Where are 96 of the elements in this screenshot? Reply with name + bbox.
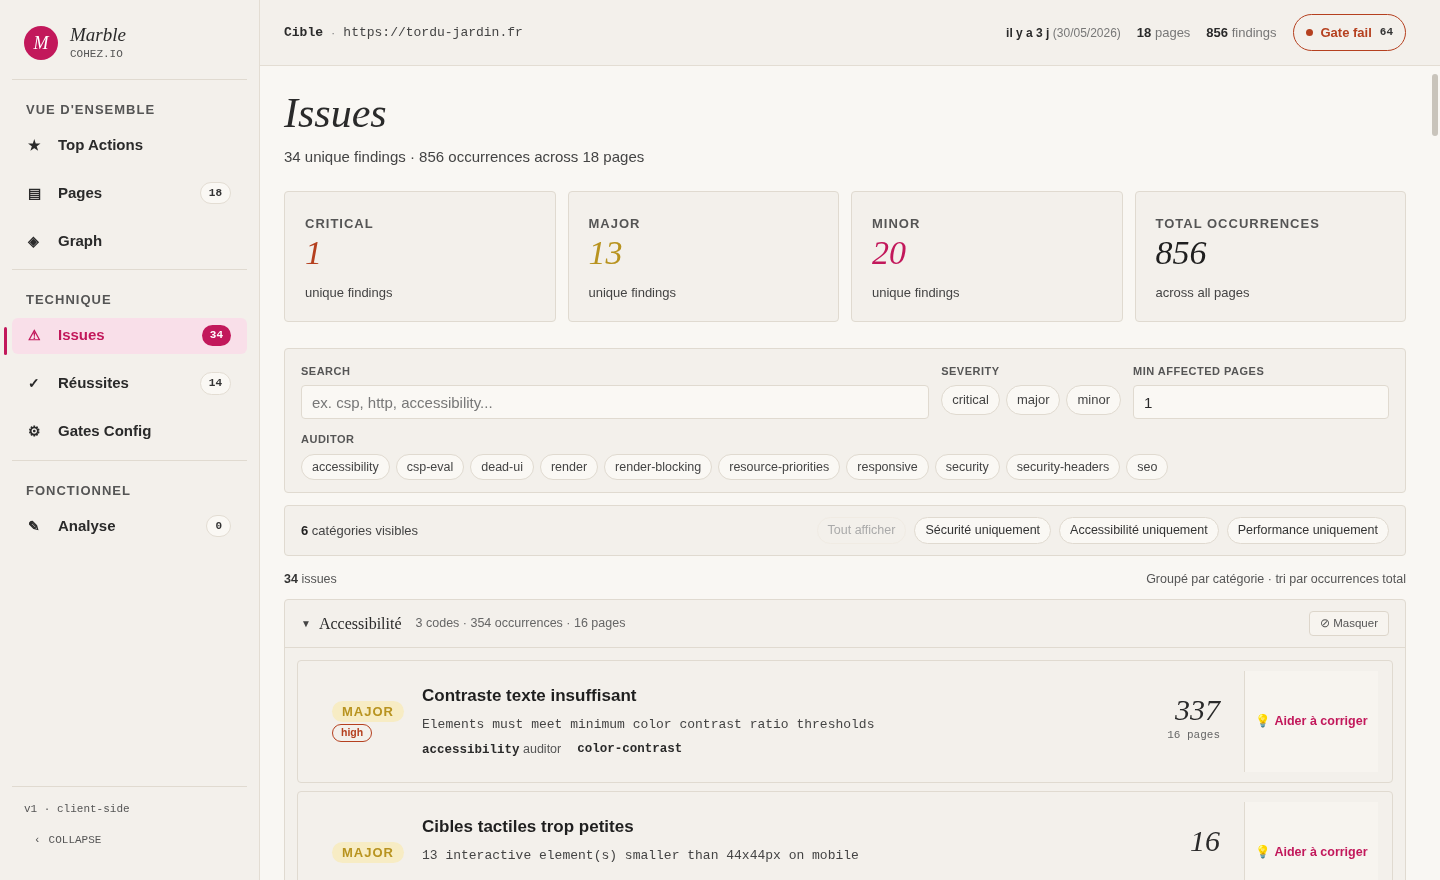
sort-info: Groupé par catégorie · tri par occurrences total [1146,571,1406,589]
category-count: 6 catégories visibles [301,522,419,540]
item-icon: ⚠ [28,325,58,346]
page-subtitle: 34 unique findings · 856 occurrences across 18 pages [284,147,646,167]
item-label: Analyse [58,515,117,536]
version-label: v1 · client-side [24,802,131,817]
auditor-chip[interactable]: csp-eval [395,453,465,481]
hide-button[interactable]: ⊘ Masquer [1309,610,1389,637]
active-indicator [4,326,7,355]
auditor-chip[interactable]: security [934,453,1000,481]
auditor-chip[interactable]: responsive [846,453,929,481]
category-filter-button[interactable]: Accessibilité uniquement [1059,517,1219,545]
separator-dot: · [331,23,336,42]
stat-value: 1 [305,233,323,273]
category-filter-button[interactable]: Performance uniquement [1226,517,1389,545]
auditor-chip[interactable]: seo [1126,453,1169,481]
scan-age: il y a 3 j (30/05/2026) [1006,24,1121,42]
findings-count: 856 findings [1206,23,1277,42]
sidebar-item[interactable]: ▤ Pages 18 [12,175,247,211]
sidebar-item[interactable]: ✎ Analyse 0 [12,508,247,544]
count-badge: 14 [199,372,231,395]
severity-chip[interactable]: major [1005,385,1061,415]
issue-title: Contraste texte insuffisant [422,685,638,707]
item-label: Gates Config [58,421,153,442]
stat-value: 856 [1155,233,1208,273]
pages-affected: 16 pages [1167,728,1220,743]
help-fix-link[interactable]: 💡 Aider à corriger [1255,712,1368,731]
item-icon: ◈ [28,230,58,252]
field-label: AUDITOR [301,432,356,447]
section-title: FONCTIONNEL [25,481,132,500]
logo-icon: M [24,26,58,61]
stat-caption: unique findings [588,284,677,302]
item-icon: ▤ [28,182,58,204]
field-label: SEVERITY [941,363,1001,379]
occurrence-count: 16 [1190,824,1220,858]
item-label: Réussites [58,373,130,394]
rule-code: color-contrast [577,741,683,758]
severity-badge: MAJOR [332,700,404,723]
item-icon: ★ [28,134,58,156]
issue-description: Elements must meet minimum color contrast ratio thresholds [422,715,876,734]
item-label: Pages [58,182,104,203]
target-label: Cible [284,23,323,42]
section-title: TECHNIQUE [25,291,113,309]
auditor-info: accessibility auditor [422,741,562,759]
issue-description: 13 interactive element(s) smaller than 44x44px on mobile [422,846,860,865]
auditor-chip[interactable]: render [539,453,599,481]
count-badge: 18 [199,181,231,205]
sidebar-item[interactable]: ⚠ Issues 34 [12,317,247,354]
field-label: SEARCH [301,363,352,379]
sidebar-item[interactable]: ⚙ Gates Config [12,413,247,450]
section-title: VUE D'ENSEMBLE [25,100,157,119]
auditor-chip[interactable]: accessibility [301,453,390,481]
sidebar-item[interactable]: ◈ Graph [12,223,247,259]
target-url: https://tordu-jardin.fr [343,23,523,42]
severity-chip[interactable]: critical [941,385,1000,415]
stat-caption: across all pages [1155,284,1251,302]
count-badge: 34 [201,325,231,346]
count-badge: 0 [206,514,231,538]
group-title: Accessibilité [318,613,402,634]
occurrence-count: 337 [1175,693,1220,727]
auditor-chip[interactable]: render-blocking [604,453,713,481]
issue-title: Cibles tactiles trop petites [422,816,635,838]
stat-label: MAJOR [588,214,642,233]
scrollbar-thumb[interactable] [1432,74,1438,136]
auditor-chip[interactable]: dead-ui [470,453,534,481]
page-title: Issues [284,89,388,138]
item-icon: ✎ [28,515,58,537]
group-meta: 3 codes · 354 occurrences · 16 pages [415,615,626,633]
collapse-button[interactable]: ‹ COLLAPSE [24,831,102,848]
stat-label: CRITICAL [305,214,375,233]
min-pages-field[interactable]: 1 [1133,385,1389,419]
item-icon: ✓ [28,373,58,394]
stat-value: 13 [588,233,624,273]
item-icon: ⚙ [28,421,58,442]
severity-chip[interactable]: minor [1066,385,1121,415]
issues-count: 34 issues [284,571,337,589]
field-label: MIN AFFECTED PAGES [1133,363,1266,379]
brand-name: Marble [70,24,126,46]
expand-toggle[interactable]: ▼ [301,616,311,631]
stat-label: TOTAL OCCURRENCES [1155,214,1321,233]
auditor-chip[interactable]: resource-priorities [718,453,841,481]
stat-label: MINOR [872,214,922,233]
brand-subtitle: COHEZ.IO [70,47,124,62]
item-label: Top Actions [58,134,144,155]
sidebar-item[interactable]: ✓ Réussites 14 [12,365,247,402]
category-filter-button[interactable]: Sécurité uniquement [914,517,1052,545]
pages-count: 18 pages [1136,23,1191,42]
severity-badge: MAJOR [332,841,404,864]
stat-caption: unique findings [305,284,394,302]
search-field[interactable]: ex. csp, http, accessibility... [301,385,930,419]
stat-value: 20 [872,233,907,273]
item-label: Issues [58,325,106,346]
auditor-chip[interactable]: security-headers [1005,453,1121,481]
sidebar-item[interactable]: ★ Top Actions [12,127,247,163]
item-label: Graph [58,230,104,251]
stat-caption: unique findings [872,284,961,302]
